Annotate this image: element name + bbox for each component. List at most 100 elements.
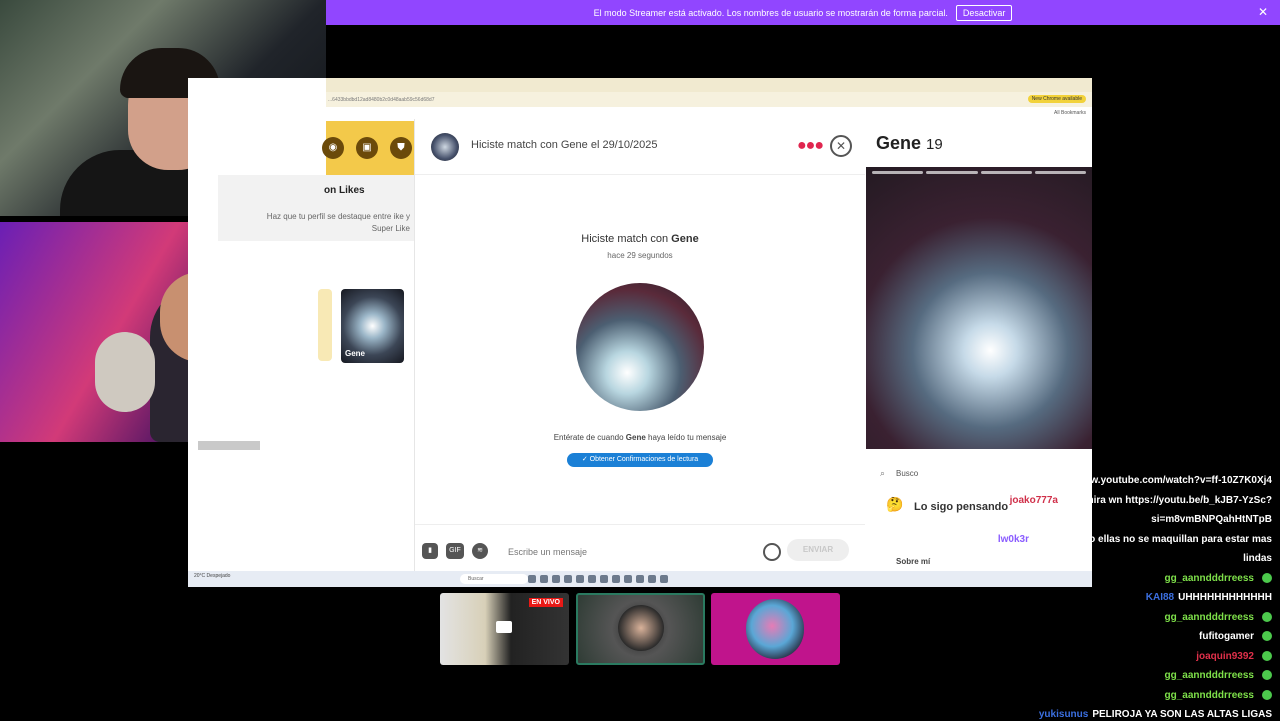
chat-emote-icon <box>1262 572 1272 583</box>
chat-username[interactable]: lw0k3r <box>998 534 1029 545</box>
all-bookmarks-link[interactable]: All Bookmarks <box>1054 110 1086 116</box>
chat-text: ivan mira wn https://youtu.be/b_kJB7-YzS… <box>1061 494 1272 506</box>
gif-button[interactable]: GIF <box>446 543 464 559</box>
more-options-icon[interactable]: ●●● <box>797 137 824 155</box>
chat-message: joaquin9392 <box>1196 650 1272 663</box>
chat-username[interactable]: gg_aanndddrreess <box>1165 612 1254 623</box>
match-heading: Hiciste match con Gene <box>415 233 865 245</box>
streamer-mode-banner: El modo Streamer está activado. Los nomb… <box>326 0 1280 25</box>
profile-photo[interactable] <box>866 167 1092 449</box>
weather-widget[interactable]: 20°C Despejado <box>194 573 230 579</box>
scene-avatar-art <box>746 599 804 659</box>
scene-thumbnail-3[interactable] <box>711 593 840 665</box>
monitor-icon <box>496 621 512 633</box>
chat-panel: Hiciste match con Gene el 29/10/2025 ●●●… <box>415 119 865 571</box>
chat-username[interactable]: gg_aanndddrreess <box>1165 690 1254 701</box>
match-time: hace 29 segundos <box>607 251 673 260</box>
twitch-chat-overlay: https://www.youtube.com/watch?v=ff-10Z7K… <box>860 474 1280 720</box>
read-prefix: Entérate de cuando <box>553 433 626 442</box>
read-name: Gene <box>625 433 646 442</box>
taskbar-app-icon[interactable] <box>576 575 584 583</box>
taskbar-app-icon[interactable] <box>528 575 536 583</box>
taskbar-app-icon[interactable] <box>624 575 632 583</box>
taskbar-app-icon[interactable] <box>612 575 620 583</box>
chat-text: https://www.youtube.com/watch?v=ff-10Z7K… <box>1041 475 1273 486</box>
close-chat-icon[interactable]: ✕ <box>830 135 852 157</box>
browser-titlebar <box>326 78 1092 92</box>
scene-thumbnail-1[interactable]: EN VIVO <box>440 593 569 665</box>
photo-progress-bars <box>872 171 1086 174</box>
profile-name: Gene 19 <box>876 133 943 154</box>
match-name: Gene <box>671 233 699 245</box>
scene-thumbnail-2[interactable] <box>576 593 705 665</box>
match-prefix: Hiciste match con <box>581 233 672 245</box>
match-thumbnail[interactable]: Gene <box>341 289 404 363</box>
scene-face <box>618 605 664 651</box>
chat-message: lw0k3r cesar seguro ellas no se maquillan… <box>998 533 1272 546</box>
chat-text: UHHHHHHHHHHHH <box>1178 592 1272 603</box>
address-bar[interactable]: ...6433bbdbd12ad8480b2c0d48aab59c56d68d7… <box>326 92 1092 107</box>
message-composer: ▮ GIF ≋ Escribe un mensaje ENVIAR <box>415 524 865 572</box>
match-thumbnail-name: Gene <box>345 349 366 358</box>
chat-emote-icon <box>1262 650 1272 661</box>
taskbar-app-icon[interactable] <box>648 575 656 583</box>
taskbar-app-icon[interactable] <box>660 575 668 583</box>
sticker-icon[interactable]: ▮ <box>422 543 438 559</box>
chat-message: gg_aanndddrreess <box>1165 669 1272 682</box>
close-icon[interactable]: ✕ <box>1258 5 1268 19</box>
message-input[interactable]: Escribe un mensaje <box>508 547 587 557</box>
spotify-icon[interactable]: ≋ <box>472 543 488 559</box>
briefcase-icon[interactable]: ▣ <box>356 137 378 159</box>
match-thumbnail-blank[interactable] <box>318 289 332 361</box>
chat-title: Hiciste match con Gene el 29/10/2025 <box>471 139 658 151</box>
chat-username[interactable]: joako777a <box>1010 495 1058 506</box>
chat-message: KAI88 UHHHHHHHHHHHH <box>1146 591 1272 604</box>
chat-text: si=m8vmBNPQahHtNTpB <box>1151 514 1272 525</box>
explore-icon[interactable]: ◉ <box>322 137 344 159</box>
taskbar-app-icon[interactable] <box>588 575 596 583</box>
chat-message: https://www.youtube.com/watch?v=ff-10Z7K… <box>1042 474 1273 487</box>
avatar[interactable] <box>431 133 459 161</box>
chat-message: si=m8vmBNPQahHtNTpB <box>1151 513 1272 526</box>
chat-username[interactable]: yukisunus <box>1039 709 1088 720</box>
chat-emote-icon <box>1262 631 1272 642</box>
header-gold-bar: ◉ ▣ ⛊ <box>322 121 414 175</box>
taskbar-search[interactable]: Buscar <box>460 574 528 584</box>
placeholder-bar <box>198 441 260 450</box>
chat-emote-icon <box>1262 670 1272 681</box>
likes-title: on Likes <box>324 185 365 196</box>
chat-username[interactable]: fufitogamer <box>1199 631 1254 642</box>
chat-emote-icon <box>1262 689 1272 700</box>
deactivate-button[interactable]: Desactivar <box>955 4 1013 21</box>
shield-icon[interactable]: ⛊ <box>390 137 412 159</box>
chrome-update-pill[interactable]: New Chrome available <box>1027 95 1086 103</box>
chat-text: lindas <box>1243 553 1272 564</box>
chat-message: joako777a ivan mira wn https://youtu.be/b… <box>1010 494 1272 507</box>
emoji-icon[interactable] <box>763 543 781 561</box>
chat-message: yukisunus PELIROJA YA SON LAS ALTAS LIGAS <box>1039 708 1272 721</box>
left-column: ◉ ▣ ⛊ on Likes Haz que tu perfil se dest… <box>188 119 415 571</box>
chat-username[interactable]: gg_aanndddrreess <box>1165 670 1254 681</box>
taskbar-app-icon[interactable] <box>564 575 572 583</box>
profile-first-name: Gene <box>876 133 922 153</box>
chat-text: cesar seguro ellas no se maquillan para … <box>1032 533 1272 545</box>
chat-username[interactable]: gg_aanndddrreess <box>1165 573 1254 584</box>
chat-message: gg_aanndddrreess <box>1165 611 1272 624</box>
send-button[interactable]: ENVIAR <box>787 539 849 561</box>
taskbar-app-icon[interactable] <box>600 575 608 583</box>
chat-username[interactable]: KAI88 <box>1146 592 1174 603</box>
chat-username[interactable]: joaquin9392 <box>1196 651 1254 662</box>
read-receipt-note: Entérate de cuando Gene haya leído tu me… <box>415 433 865 442</box>
chat-emote-icon <box>1262 611 1272 622</box>
taskbar-app-icon[interactable] <box>540 575 548 583</box>
read-receipts-button[interactable]: ✓ Obtener Confirmaciones de lectura <box>567 453 713 467</box>
live-badge: EN VIVO <box>528 598 563 607</box>
match-photo[interactable] <box>576 283 704 411</box>
chat-message: fufitogamer <box>1199 630 1272 643</box>
chat-text: PELIROJA YA SON LAS ALTAS LIGAS <box>1092 709 1272 720</box>
taskbar-app-icon[interactable] <box>636 575 644 583</box>
taskbar-app-icon[interactable] <box>552 575 560 583</box>
profile-age: 19 <box>926 136 943 153</box>
chat-header: Hiciste match con Gene el 29/10/2025 ●●●… <box>415 119 865 175</box>
chat-message: lindas <box>1243 552 1272 565</box>
